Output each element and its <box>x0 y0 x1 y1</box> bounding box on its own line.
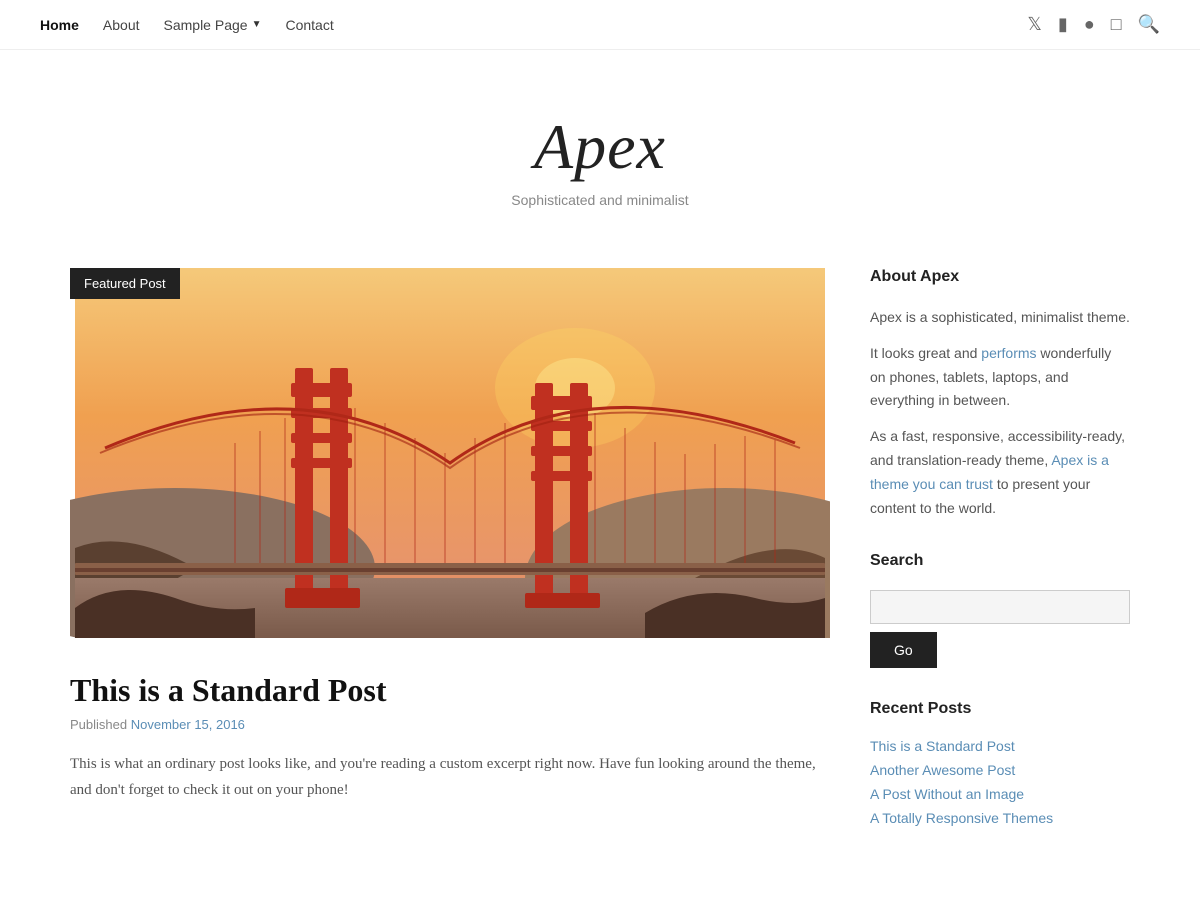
search-input[interactable] <box>870 590 1130 624</box>
sidebar-about-para3: As a fast, responsive, accessibility-rea… <box>870 425 1130 520</box>
sidebar: About Apex Apex is a sophisticated, mini… <box>870 268 1130 858</box>
nav-about[interactable]: About <box>103 17 140 33</box>
list-item: Another Awesome Post <box>870 762 1130 778</box>
pinterest-icon[interactable]: ● <box>1084 14 1095 35</box>
sidebar-performs-link[interactable]: performs <box>981 345 1036 361</box>
featured-image <box>70 268 830 638</box>
sidebar-about: About Apex Apex is a sophisticated, mini… <box>870 268 1130 520</box>
search-icon[interactable]: 🔍 <box>1138 14 1160 35</box>
sidebar-search: Search Go <box>870 552 1130 668</box>
featured-label: Featured Post <box>70 268 180 299</box>
sidebar-search-heading: Search <box>870 552 1130 576</box>
search-button[interactable]: Go <box>870 632 937 668</box>
recent-post-link-1[interactable]: This is a Standard Post <box>870 738 1015 754</box>
chevron-down-icon: ▼ <box>252 19 262 30</box>
site-subtitle: Sophisticated and minimalist <box>20 192 1180 208</box>
sidebar-apex-link[interactable]: Apex is a theme you can trust <box>870 452 1109 492</box>
list-item: A Totally Responsive Themes <box>870 810 1130 826</box>
nav-sample-page[interactable]: Sample Page <box>164 17 248 33</box>
nav-left: Home About Sample Page ▼ Contact <box>40 17 334 33</box>
recent-post-link-2[interactable]: Another Awesome Post <box>870 762 1015 778</box>
post-meta: Published November 15, 2016 <box>70 717 830 732</box>
nav-sample-page-wrapper: Sample Page ▼ <box>164 17 262 33</box>
recent-post-link-3[interactable]: A Post Without an Image <box>870 786 1024 802</box>
post-title: This is a Standard Post <box>70 671 830 709</box>
nav-icons: 𝕏 ▮ ● □ 🔍 <box>1027 14 1160 35</box>
post-excerpt: This is what an ordinary post looks like… <box>70 752 830 803</box>
site-header: Apex Sophisticated and minimalist <box>0 50 1200 248</box>
twitter-icon[interactable]: 𝕏 <box>1027 14 1042 35</box>
post-meta-prefix: Published <box>70 717 127 732</box>
list-item: This is a Standard Post <box>870 738 1130 754</box>
sidebar-recent-heading: Recent Posts <box>870 700 1130 724</box>
main-wrapper: Featured Post <box>30 248 1170 898</box>
list-item: A Post Without an Image <box>870 786 1130 802</box>
sidebar-about-para2: It looks great and performs wonderfully … <box>870 342 1130 413</box>
nav-home[interactable]: Home <box>40 17 79 33</box>
instagram-icon[interactable]: □ <box>1111 14 1122 35</box>
navigation: Home About Sample Page ▼ Contact 𝕏 ▮ ● □… <box>0 0 1200 50</box>
recent-post-link-4[interactable]: A Totally Responsive Themes <box>870 810 1053 826</box>
site-title: Apex <box>20 110 1180 184</box>
featured-image-wrap: Featured Post <box>70 268 830 643</box>
facebook-icon[interactable]: ▮ <box>1058 14 1068 35</box>
sidebar-about-para1: Apex is a sophisticated, minimalist them… <box>870 306 1130 330</box>
content-area: Featured Post <box>70 268 830 858</box>
nav-contact[interactable]: Contact <box>285 17 333 33</box>
recent-posts-list: This is a Standard Post Another Awesome … <box>870 738 1130 826</box>
sidebar-about-heading: About Apex <box>870 268 1130 292</box>
sidebar-recent-posts: Recent Posts This is a Standard Post Ano… <box>870 700 1130 826</box>
post-date[interactable]: November 15, 2016 <box>131 717 245 732</box>
